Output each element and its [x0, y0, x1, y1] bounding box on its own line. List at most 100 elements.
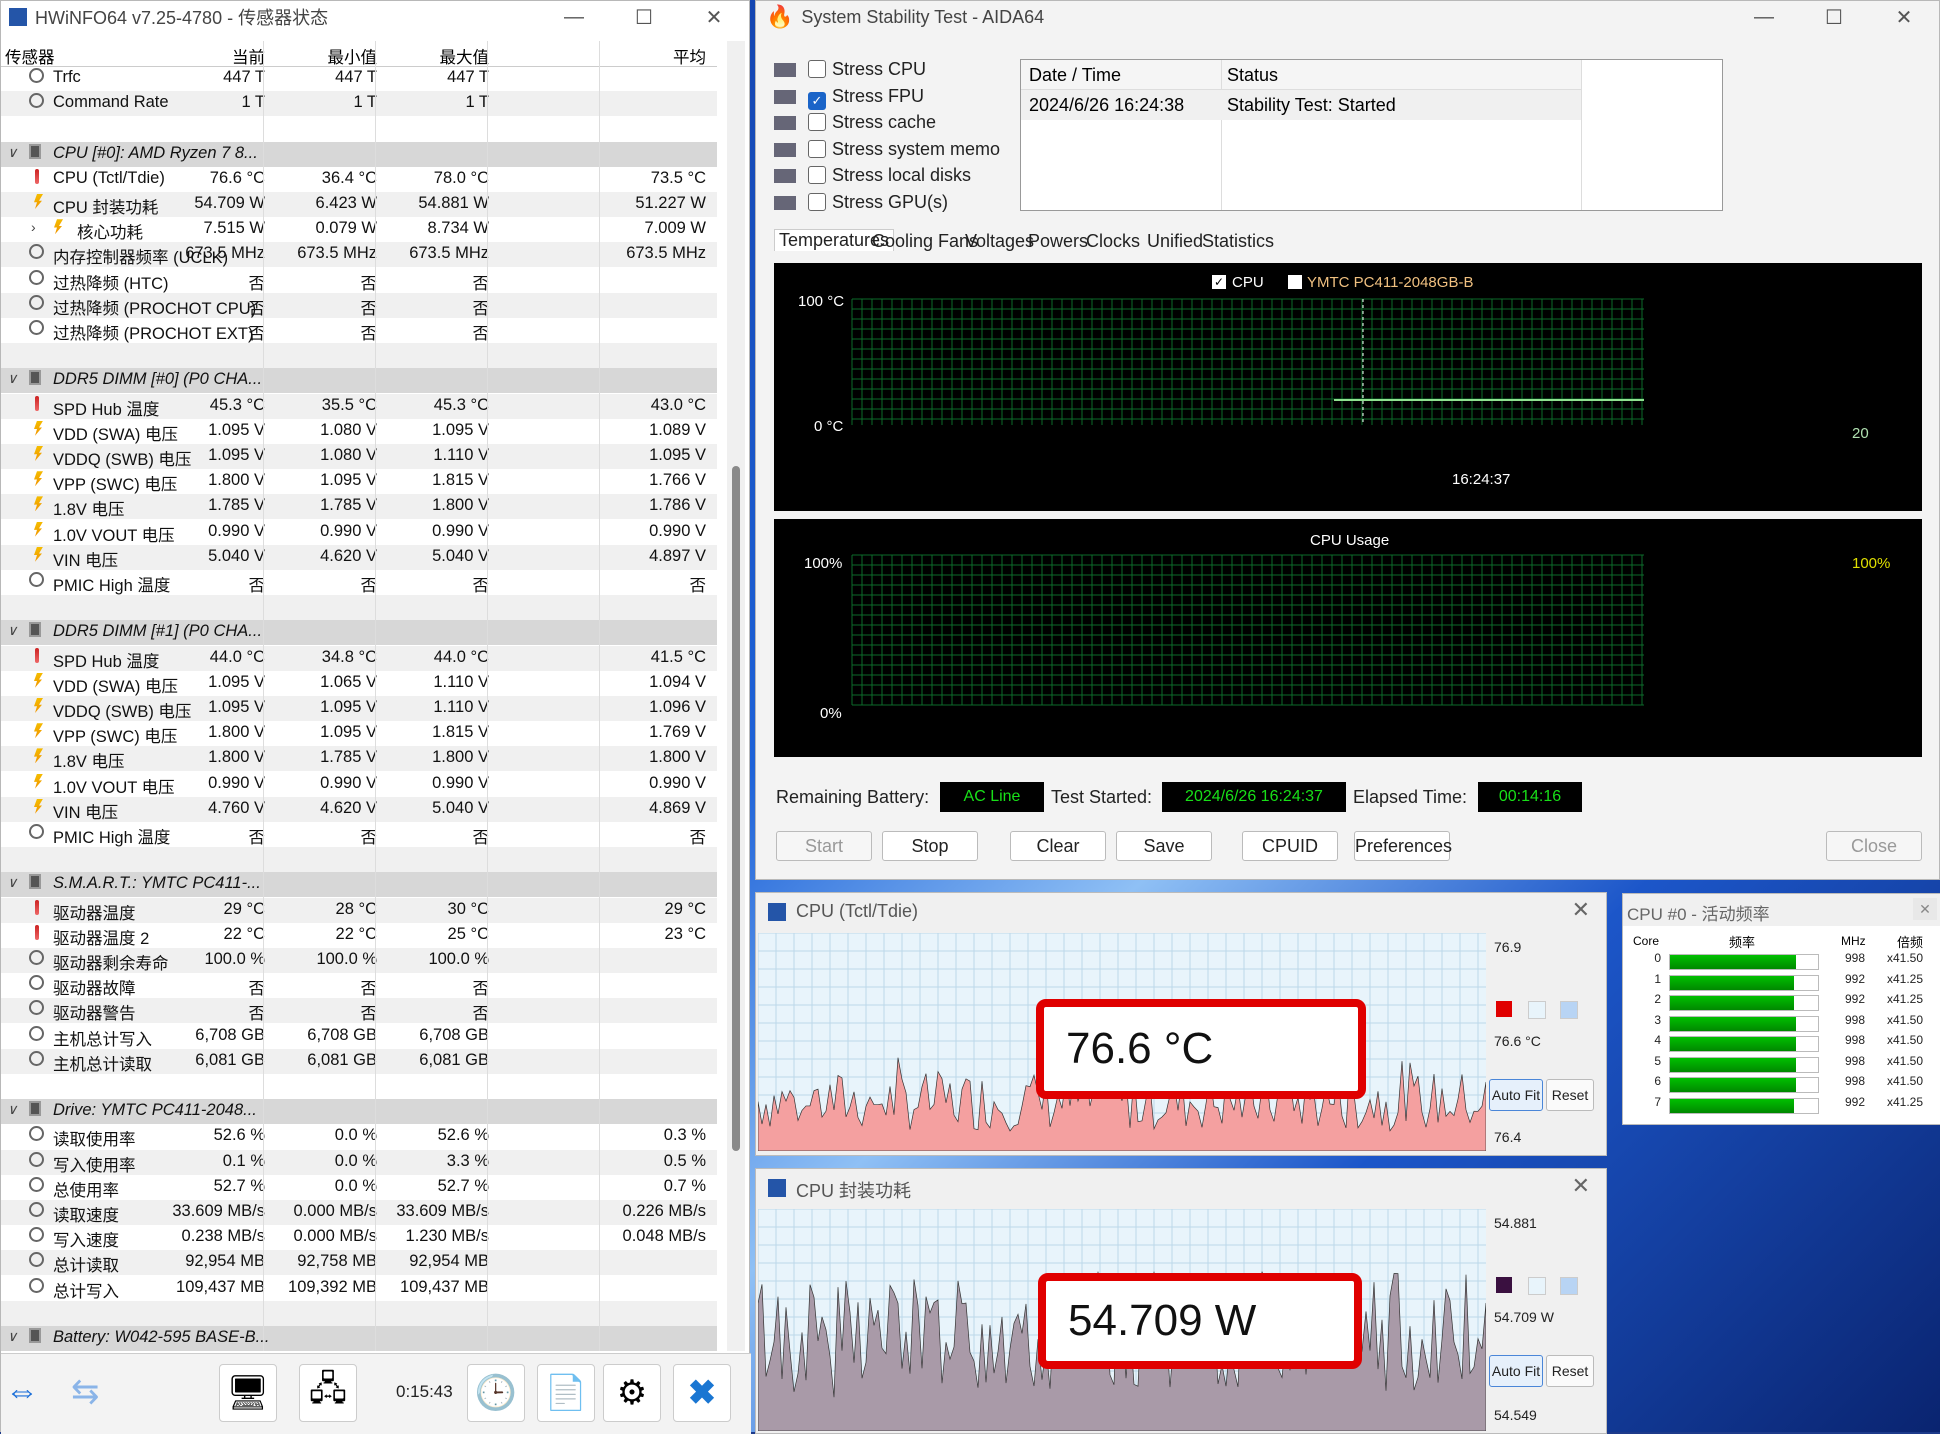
collapse-chevron-icon[interactable]: ∨ [7, 1328, 17, 1345]
sensor-row[interactable]: SPD Hub 温度 44.0 °C 34.8 °C 44.0 °C 41.5 °C [1, 645, 717, 671]
maximize-button[interactable]: ☐ [1799, 5, 1869, 30]
sensor-group-row[interactable]: ∨ Battery: W042-595 BASE-B... [1, 1326, 717, 1351]
stress-option[interactable]: Stress CPU [808, 59, 926, 80]
color-swatch[interactable] [1560, 1277, 1578, 1295]
reset-button[interactable]: Reset [1546, 1079, 1594, 1111]
sensor-row[interactable]: 1.8V 电压 1.800 V 1.785 V 1.800 V 1.800 V [1, 746, 717, 772]
column-header-min[interactable]: 最小值 [328, 44, 378, 68]
stop-button[interactable]: Stop [882, 831, 978, 861]
color-swatch[interactable] [1496, 1277, 1512, 1293]
sensor-row[interactable]: VPP (SWC) 电压 1.800 V 1.095 V 1.815 V 1.766 V [1, 469, 717, 494]
sensor-row[interactable]: 1.8V 电压 1.785 V 1.785 V 1.800 V 1.786 V [1, 494, 717, 520]
auto-fit-button[interactable]: Auto Fit [1489, 1079, 1543, 1111]
cpuid-button[interactable]: CPUID [1242, 831, 1338, 861]
close-dialog-button[interactable]: Close [1826, 831, 1922, 861]
sensor-row[interactable]: VDDQ (SWB) 电压 1.095 V 1.095 V 1.110 V 1.096 … [1, 696, 717, 721]
checkbox[interactable] [808, 139, 826, 158]
checkbox[interactable]: ✓ [808, 91, 826, 110]
hwinfo-titlebar[interactable]: HWiNFO64 v7.25-4780 - 传感器状态 — ☐ ✕ [1, 1, 749, 33]
sensor-group-row[interactable]: ∨ S.M.A.R.T.: YMTC PC411-... [1, 872, 717, 898]
disk-legend-checkbox[interactable] [1288, 275, 1302, 289]
sensor-row[interactable]: 1.0V VOUT 电压 0.990 V 0.990 V 0.990 V 0.990 V [1, 520, 717, 545]
sensor-row[interactable]: Trfc 447 T 447 T 447 T [1, 66, 717, 91]
close-button[interactable]: ✕ [679, 5, 749, 30]
sensor-row[interactable]: 总使用率 52.7 % 0.0 % 52.7 % 0.7 % [1, 1175, 717, 1200]
tab-voltages[interactable]: Voltages [965, 231, 1034, 252]
aida-titlebar[interactable]: 🔥 System Stability Test - AIDA64 — ☐ ✕ [756, 1, 1939, 33]
scrollbar-thumb[interactable] [732, 466, 740, 1151]
reset-button[interactable]: Reset [1546, 1355, 1594, 1387]
column-header-max[interactable]: 最大值 [440, 44, 490, 68]
sensor-group-row[interactable]: ∨ Drive: YMTC PC411-2048... [1, 1099, 717, 1125]
sensor-row[interactable]: 写入速度 0.238 MB/s 0.000 MB/s 1.230 MB/s 0.048 … [1, 1225, 717, 1250]
column-header-sensor[interactable]: 传感器 [5, 44, 55, 68]
save-button[interactable]: Save [1116, 831, 1212, 861]
sensor-row[interactable]: 读取使用率 52.6 % 0.0 % 52.6 % 0.3 % [1, 1124, 717, 1149]
stress-option[interactable]: Stress local disks [808, 165, 971, 186]
sensor-row[interactable]: 驱动器警告否否否 [1, 998, 717, 1024]
maximize-button[interactable]: ☐ [609, 5, 679, 30]
sensor-group-row[interactable]: ∨ DDR5 DIMM [#0] (P0 CHA... [1, 368, 717, 394]
sensor-row[interactable]: 读取速度 33.609 MB/s 0.000 MB/s 33.609 MB/s 0.22… [1, 1200, 717, 1225]
sensor-row[interactable]: CPU 封装功耗 54.709 W 6.423 W 54.881 W 51.227 W [1, 192, 717, 217]
auto-fit-button[interactable]: Auto Fit [1489, 1355, 1543, 1387]
layout-toggle-icon[interactable]: ⇆ [71, 1372, 100, 1412]
tab-unified[interactable]: Unified [1147, 231, 1203, 252]
color-swatch[interactable] [1496, 1001, 1512, 1017]
cpu-legend-checkbox[interactable]: ✓ [1212, 275, 1226, 289]
settings-gear-icon[interactable]: ⚙ [603, 1364, 661, 1422]
stress-option[interactable]: Stress cache [808, 112, 936, 133]
sensor-row[interactable]: SPD Hub 温度 45.3 °C 35.5 °C 45.3 °C 43.0 °C [1, 393, 717, 419]
sensor-row[interactable]: PMIC High 温度否否否否 [1, 822, 717, 847]
stress-option[interactable]: Stress system memory [808, 139, 1000, 160]
tab-clocks[interactable]: Clocks [1086, 231, 1140, 252]
collapse-chevron-icon[interactable]: ∨ [7, 370, 17, 387]
clear-button[interactable]: Clear [1010, 831, 1106, 861]
sensor-row[interactable]: 驱动器故障否否否 [1, 973, 717, 998]
column-header-avg[interactable]: 平均 [673, 44, 706, 68]
sensor-row[interactable]: 驱动器温度 2 22 °C 22 °C 25 °C 23 °C [1, 923, 717, 948]
tab-powers[interactable]: Powers [1028, 231, 1088, 252]
sensor-row[interactable]: 1.0V VOUT 电压 0.990 V 0.990 V 0.990 V 0.990 V [1, 772, 717, 797]
sensor-row[interactable]: 内存控制器频率 (UCLK) 673.5 MHz 673.5 MHz 673.5 MH… [1, 242, 717, 268]
sensor-group-row[interactable]: ∨ CPU [#0]: AMD Ryzen 7 8... [1, 141, 717, 167]
sensor-row[interactable]: 主机总计读取 6,081 GB 6,081 GB 6,081 GB [1, 1048, 717, 1074]
sensor-row[interactable]: Command Rate 1 T 1 T 1 T [1, 91, 717, 117]
preferences-button[interactable]: Preferences [1354, 831, 1452, 861]
color-swatch[interactable] [1528, 1277, 1546, 1295]
report-monitor-icon[interactable]: 🖥 [219, 1364, 277, 1422]
sensor-row[interactable]: VDD (SWA) 电压 1.095 V 1.080 V 1.095 V 1.089 V [1, 419, 717, 444]
collapse-chevron-icon[interactable]: ∨ [7, 622, 17, 639]
sensor-row[interactable]: 总计读取 92,954 MB 92,758 MB 92,954 MB [1, 1250, 717, 1276]
stress-option[interactable]: ✓ Stress FPU [808, 86, 924, 110]
sensor-row[interactable]: VPP (SWC) 电压 1.800 V 1.095 V 1.815 V 1.769 V [1, 721, 717, 746]
collapse-chevron-icon[interactable]: ∨ [7, 1101, 17, 1118]
sensor-row[interactable]: 过热降频 (PROCHOT EXT) 否否否 [1, 318, 717, 343]
sensor-row[interactable]: 驱动器温度 29 °C 28 °C 30 °C 29 °C [1, 897, 717, 923]
network-icon[interactable]: 🖧 [299, 1364, 357, 1422]
stress-option[interactable]: Stress GPU(s) [808, 192, 948, 213]
checkbox[interactable] [808, 113, 826, 131]
sensor-row[interactable]: VIN 电压 5.040 V 4.620 V 5.040 V 4.897 V [1, 544, 717, 570]
minimize-button[interactable]: — [539, 6, 609, 29]
sensor-group-row[interactable]: ∨ DDR5 DIMM [#1] (P0 CHA... [1, 620, 717, 646]
sensor-row[interactable]: 过热降频 (HTC) 否否否 [1, 268, 717, 293]
sensor-row[interactable]: 主机总计写入 6,708 GB 6,708 GB 6,708 GB [1, 1024, 717, 1049]
sensor-row[interactable]: 驱动器剩余寿命 100.0 % 100.0 % 100.0 % [1, 948, 717, 973]
sensor-row[interactable]: VIN 电压 4.760 V 4.620 V 5.040 V 4.869 V [1, 796, 717, 822]
column-header-current[interactable]: 当前 [232, 44, 265, 68]
sensor-row[interactable]: 总计写入 109,437 MB 109,392 MB 109,437 MB [1, 1276, 717, 1301]
sensor-row[interactable]: CPU (Tctl/Tdie) 76.6 °C 36.4 °C 78.0 °C 73.5… [1, 167, 717, 192]
close-icon[interactable]: ✕ [1572, 1173, 1590, 1199]
expand-collapse-icon[interactable]: ⇔ [5, 1372, 39, 1411]
tab-statistics[interactable]: Statistics [1202, 231, 1274, 252]
sensor-row[interactable]: PMIC High 温度否否否否 [1, 570, 717, 595]
tab-cooling-fans[interactable]: Cooling Fans [872, 231, 978, 252]
color-swatch[interactable] [1560, 1001, 1578, 1019]
sensor-row[interactable]: VDDQ (SWB) 电压 1.095 V 1.080 V 1.110 V 1.095 … [1, 444, 717, 469]
collapse-chevron-icon[interactable]: ∨ [7, 874, 17, 891]
sensor-row[interactable]: 过热降频 (PROCHOT CPU) 否否否 [1, 292, 717, 318]
collapse-chevron-icon[interactable]: ∨ [7, 144, 17, 161]
color-swatch[interactable] [1528, 1001, 1546, 1019]
sensor-row[interactable]: › 核心功耗 7.515 W 0.079 W 8.734 W 7.009 W [1, 217, 717, 242]
